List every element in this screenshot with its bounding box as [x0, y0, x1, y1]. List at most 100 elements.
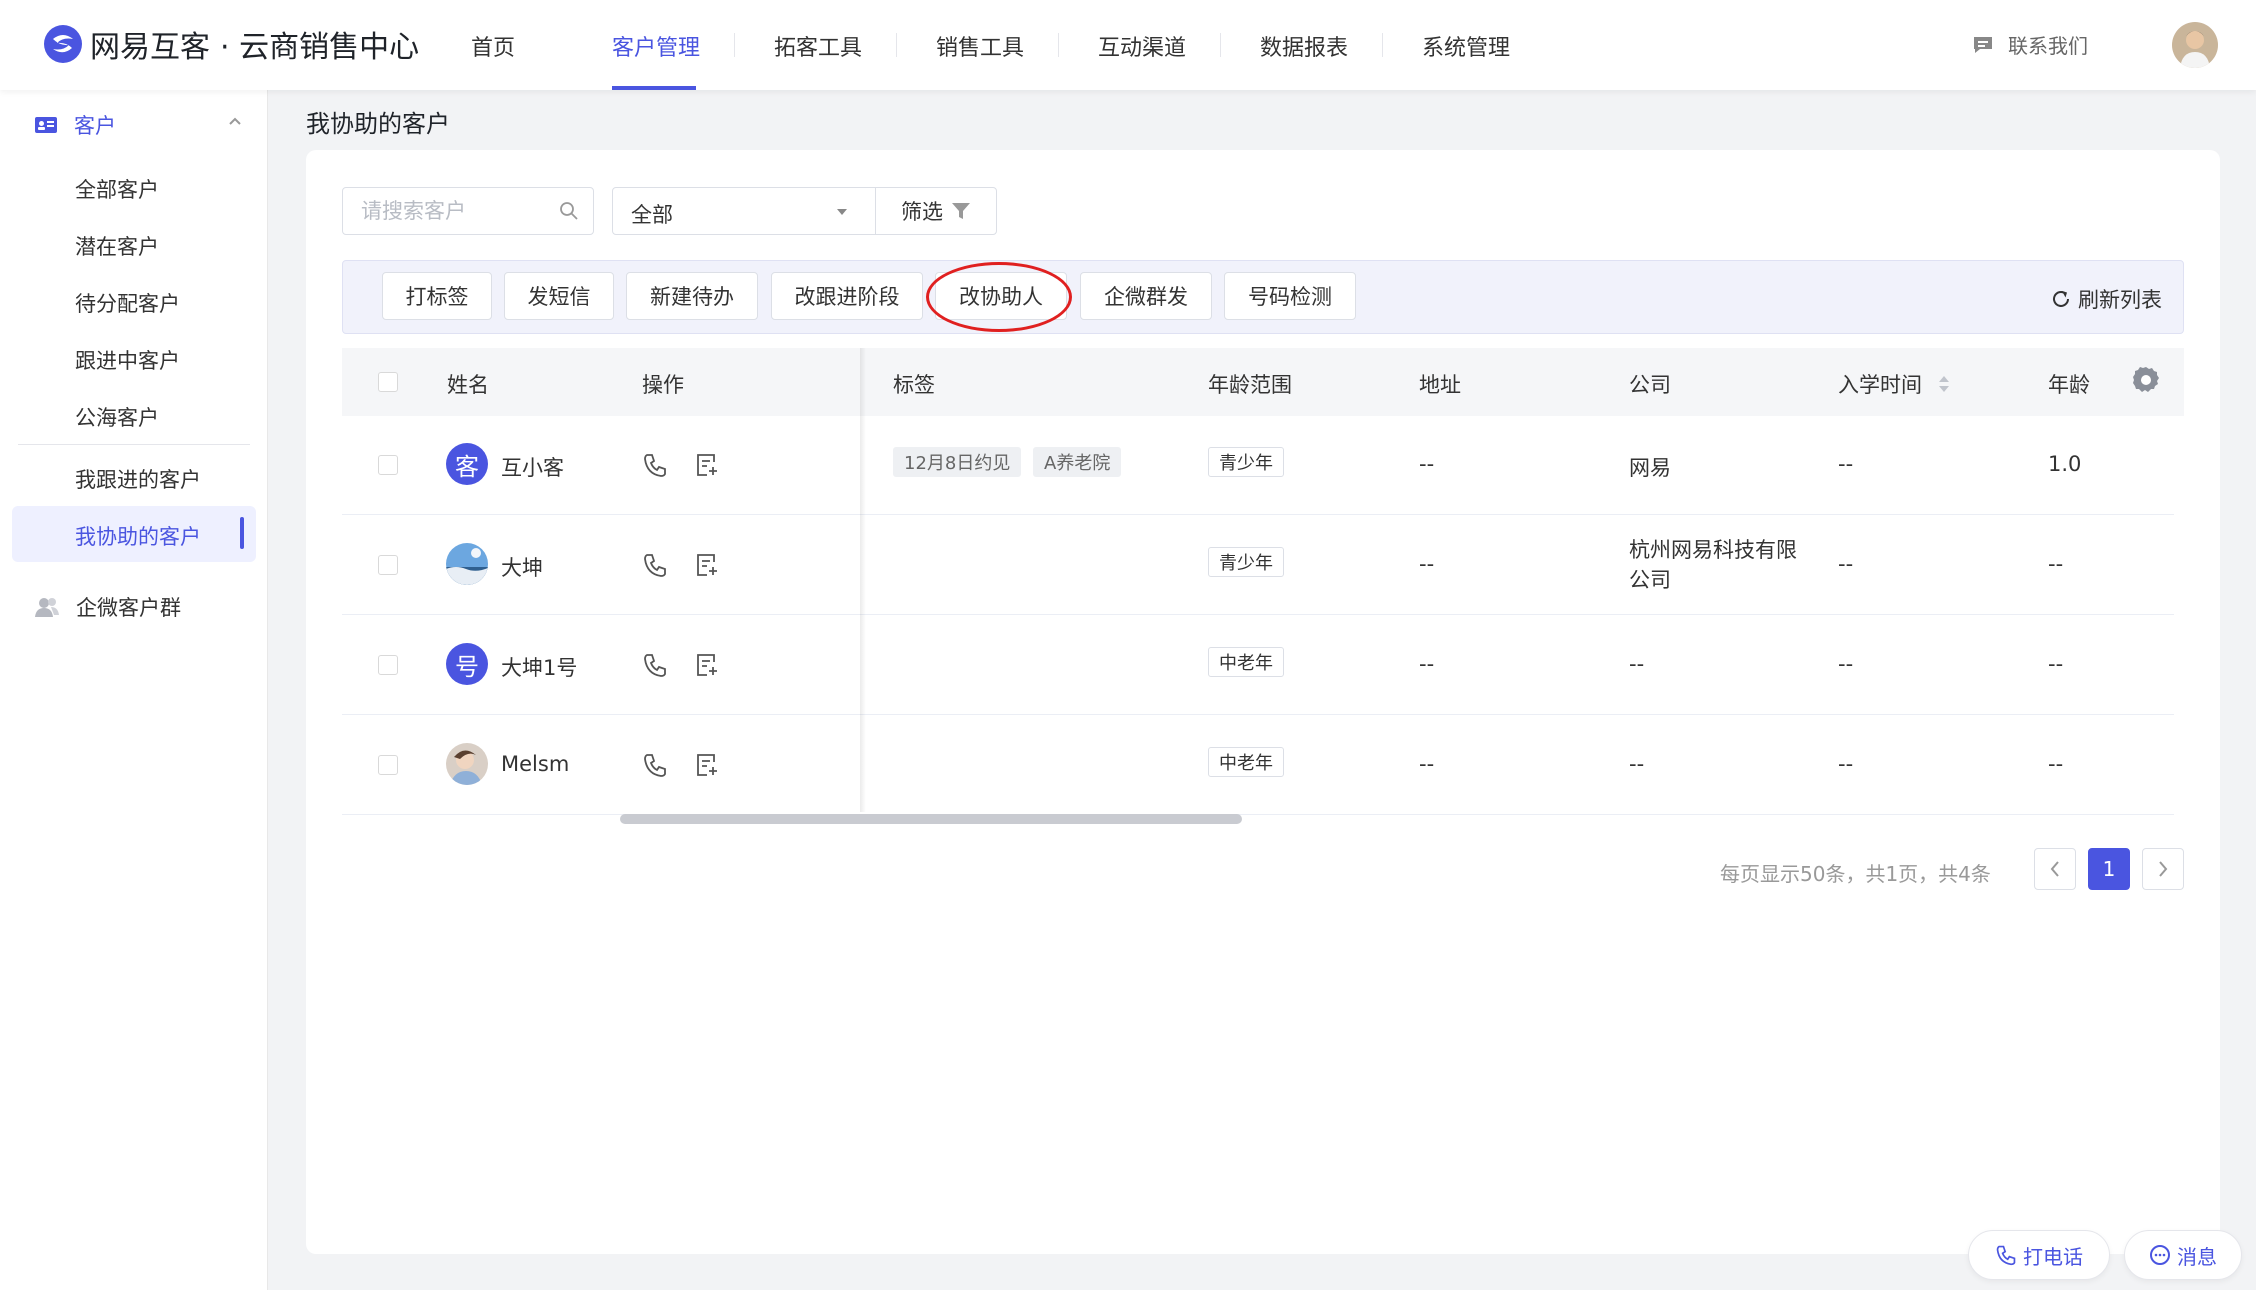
add-note-icon[interactable] — [694, 452, 720, 478]
company-cell: 网易 — [1629, 456, 1671, 480]
sidebar-item-my-followed[interactable]: 我跟进的客户 — [75, 464, 201, 494]
top-header: 网易互客 · 云商销售中心 首页 客户管理 拓客工具 销售工具 互动渠道 数据报… — [0, 0, 2256, 90]
nav-active-indicator — [612, 86, 696, 90]
search-input[interactable] — [361, 197, 551, 225]
customer-name[interactable]: 大坤1号 — [501, 652, 577, 682]
send-sms-button[interactable]: 发短信 — [504, 272, 614, 320]
phone-icon[interactable] — [642, 652, 668, 678]
phone-icon[interactable] — [642, 552, 668, 578]
caret-down-icon — [835, 207, 849, 217]
sidebar-group-wecom[interactable]: 企微客户群 — [34, 592, 181, 622]
column-header-tags: 标签 — [893, 373, 935, 397]
sidebar-item-my-assisted[interactable]: 我协助的客户 — [75, 521, 201, 551]
sidebar-divider — [18, 444, 250, 445]
nav-prospecting-tools[interactable]: 拓客工具 — [774, 30, 862, 62]
user-avatar[interactable] — [2172, 22, 2218, 68]
nav-home[interactable]: 首页 — [471, 30, 515, 62]
row-checkbox[interactable] — [378, 555, 398, 575]
customer-name[interactable]: Melsm — [501, 752, 569, 776]
page-number-button[interactable]: 1 — [2088, 848, 2130, 890]
add-note-icon[interactable] — [694, 752, 720, 778]
company-cell: 杭州网易科技有限公司 — [1629, 538, 1797, 592]
phone-icon — [1995, 1244, 2017, 1266]
select-all-checkbox[interactable] — [378, 372, 398, 392]
column-header-name: 姓名 — [447, 373, 489, 397]
customer-tag: 12月8日约见 — [893, 447, 1022, 477]
sidebar-item-public-pool[interactable]: 公海客户 — [75, 402, 159, 432]
new-todo-button[interactable]: 新建待办 — [626, 272, 758, 320]
sidebar-group-customers[interactable]: 客户 — [34, 110, 116, 140]
next-page-button[interactable] — [2142, 848, 2184, 890]
filter-button[interactable]: 筛选 — [875, 187, 997, 235]
add-note-icon[interactable] — [694, 652, 720, 678]
fixed-column-shadow — [860, 348, 866, 812]
column-header-address: 地址 — [1419, 373, 1461, 397]
pagination-summary: 每页显示50条，共1页，共4条 — [1720, 862, 1991, 886]
customer-name[interactable]: 互小客 — [501, 452, 564, 482]
sidebar-active-bar — [240, 517, 244, 549]
nav-customer-management[interactable]: 客户管理 — [612, 30, 700, 62]
chevron-left-icon — [2050, 861, 2059, 877]
brand-logo[interactable]: 网易互客 · 云商销售中心 — [42, 22, 419, 66]
nav-separator — [1382, 33, 1383, 57]
sort-icon[interactable] — [1938, 374, 1950, 394]
nav-interaction-channels[interactable]: 互动渠道 — [1098, 30, 1186, 62]
address-cell: -- — [1419, 552, 1435, 576]
column-header-enroll-date[interactable]: 入学时间 — [1838, 369, 1922, 399]
age-range-tag: 中老年 — [1208, 647, 1284, 677]
call-button[interactable]: 打电话 — [1968, 1230, 2110, 1280]
nav-separator — [1220, 33, 1221, 57]
column-settings-gear-icon[interactable] — [2131, 365, 2161, 395]
sidebar-item-potential-customers[interactable]: 潜在客户 — [75, 231, 159, 261]
row-checkbox[interactable] — [378, 655, 398, 675]
prev-page-button[interactable] — [2034, 848, 2076, 890]
age-cell: -- — [2048, 752, 2064, 776]
address-cell: -- — [1419, 452, 1435, 476]
enroll-date-cell: -- — [1838, 652, 1854, 676]
phone-icon[interactable] — [642, 452, 668, 478]
horizontal-scrollbar[interactable] — [620, 814, 1242, 824]
nav-sales-tools[interactable]: 销售工具 — [936, 30, 1024, 62]
contact-us-link[interactable]: 联系我们 — [1972, 30, 2088, 59]
sidebar-group-label: 企微客户群 — [76, 596, 181, 620]
refresh-list-button[interactable]: 刷新列表 — [2050, 284, 2162, 314]
message-button[interactable]: 消息 — [2124, 1230, 2242, 1280]
enroll-date-cell: -- — [1838, 452, 1854, 476]
enroll-date-cell: -- — [1838, 552, 1854, 576]
customer-name[interactable]: 大坤 — [501, 552, 543, 582]
nav-data-reports[interactable]: 数据报表 — [1260, 30, 1348, 62]
row-divider — [342, 614, 2174, 615]
scope-select[interactable]: 全部 — [612, 187, 876, 235]
sidebar-item-following-customers[interactable]: 跟进中客户 — [75, 345, 180, 375]
age-range-tag: 青少年 — [1208, 547, 1284, 577]
tag-button[interactable]: 打标签 — [382, 272, 492, 320]
sidebar-item-unassigned-customers[interactable]: 待分配客户 — [75, 288, 180, 318]
nav-system-management[interactable]: 系统管理 — [1422, 30, 1510, 62]
customer-avatar: 号 — [446, 643, 488, 685]
age-range-tag: 青少年 — [1208, 447, 1284, 477]
search-icon[interactable] — [559, 201, 579, 221]
age-cell: -- — [2048, 652, 2064, 676]
row-checkbox[interactable] — [378, 455, 398, 475]
row-divider — [342, 714, 2174, 715]
search-box[interactable] — [342, 187, 594, 235]
nav-separator — [1058, 33, 1059, 57]
sidebar — [0, 90, 268, 1290]
number-check-button[interactable]: 号码检测 — [1224, 272, 1356, 320]
chevron-right-icon — [2159, 861, 2168, 877]
wecom-broadcast-button[interactable]: 企微群发 — [1080, 272, 1212, 320]
brand-logo-icon — [42, 23, 84, 65]
enroll-date-cell: -- — [1838, 752, 1854, 776]
address-cell: -- — [1419, 752, 1435, 776]
phone-icon[interactable] — [642, 752, 668, 778]
sidebar-item-all-customers[interactable]: 全部客户 — [75, 174, 159, 204]
row-checkbox[interactable] — [378, 755, 398, 775]
add-note-icon[interactable] — [694, 552, 720, 578]
page-title: 我协助的客户 — [306, 110, 450, 138]
change-stage-button[interactable]: 改跟进阶段 — [771, 272, 923, 320]
column-header-actions: 操作 — [642, 373, 684, 397]
id-card-icon — [34, 116, 58, 134]
user-group-icon — [34, 596, 60, 618]
change-assistant-button[interactable]: 改协助人 — [935, 272, 1067, 320]
chevron-up-icon[interactable] — [228, 116, 242, 126]
